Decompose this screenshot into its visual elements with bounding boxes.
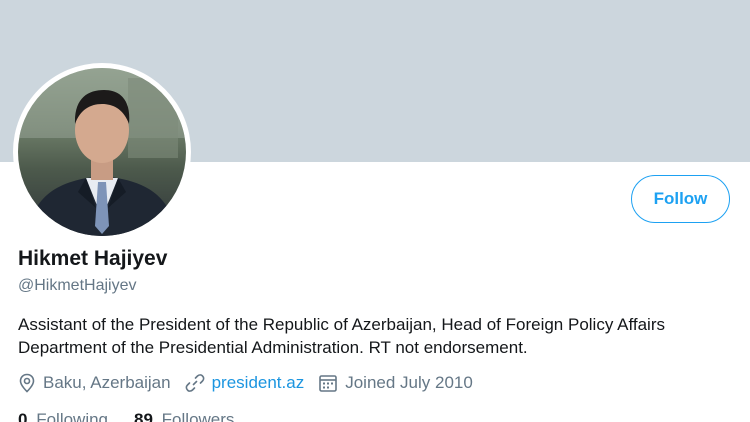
following-count: 0 <box>18 410 28 422</box>
calendar-icon <box>319 375 338 392</box>
website-item[interactable]: president.az <box>185 373 305 393</box>
followers-label: Followers <box>161 410 235 422</box>
follow-button[interactable]: Follow <box>631 175 730 223</box>
avatar-photo <box>18 68 186 236</box>
username-handle: @HikmetHajiyev <box>18 277 137 294</box>
website-link[interactable]: president.az <box>212 373 305 393</box>
joined-date: Joined July 2010 <box>345 373 473 392</box>
following-stat[interactable]: 0 Following <box>18 410 108 422</box>
following-label: Following <box>36 410 109 422</box>
profile-stats: 0 Following 89 Followers <box>18 410 260 422</box>
location-item: Baku, Azerbaijan <box>18 373 171 393</box>
location-pin-icon <box>19 373 35 393</box>
portrait-illustration <box>18 68 186 236</box>
joined-item: Joined July 2010 <box>318 373 473 393</box>
profile-bio: Assistant of the President of the Republ… <box>18 315 665 357</box>
followers-count: 89 <box>134 410 153 422</box>
followers-stat[interactable]: 89 Followers <box>134 410 234 422</box>
profile-meta: Baku, Azerbaijan president.az Joined Jul… <box>18 370 487 396</box>
avatar[interactable] <box>13 63 191 241</box>
display-name: Hikmet Hajiyev <box>18 247 168 270</box>
location-text: Baku, Azerbaijan <box>43 373 171 392</box>
link-icon <box>185 374 205 392</box>
